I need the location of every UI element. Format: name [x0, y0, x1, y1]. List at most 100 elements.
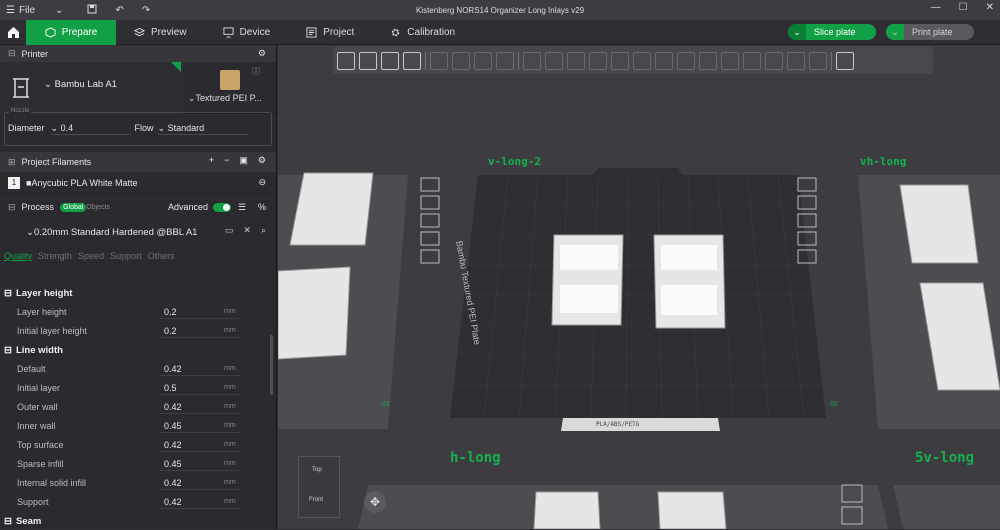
remove-filament-icon[interactable]: −: [224, 155, 229, 166]
param-value[interactable]: 0.45: [164, 459, 182, 469]
copy-icon[interactable]: [496, 51, 514, 70]
param-value[interactable]: 0.2: [164, 326, 177, 336]
flow-label: Flow: [134, 123, 154, 133]
plate-label[interactable]: v-long-2: [488, 155, 541, 168]
maximize-icon[interactable]: ☐: [959, 2, 968, 13]
tab-strength[interactable]: Strength: [38, 251, 72, 265]
arrange-icon[interactable]: [403, 51, 421, 70]
tab-prepare[interactable]: Prepare: [26, 19, 116, 45]
info-icon[interactable]: ⓘ: [252, 66, 260, 77]
measure-icon[interactable]: [721, 51, 739, 70]
plate-label[interactable]: 5v-long: [915, 450, 974, 466]
seam-paint-icon[interactable]: [677, 51, 695, 70]
search-icon[interactable]: ⌕: [261, 225, 266, 236]
plate-number: 02: [830, 401, 838, 408]
process-preset-select[interactable]: ⌄ 0.20mm Standard Hardened @BBL A1 ▭ ✕ ⌕: [0, 221, 276, 243]
split-objects-icon[interactable]: [430, 51, 448, 70]
chevron-down-icon[interactable]: ⌄: [886, 24, 904, 40]
fuzzy-skin-icon[interactable]: [787, 51, 805, 70]
undo-icon[interactable]: ↶: [115, 5, 123, 16]
camera-orbit-icon[interactable]: ✥: [364, 491, 386, 513]
tab-device[interactable]: Device: [205, 20, 289, 45]
save-icon[interactable]: [87, 4, 97, 17]
save-preset-icon[interactable]: ▭: [225, 225, 234, 236]
param-unit: mm: [224, 308, 236, 315]
param-label: Default: [17, 363, 46, 374]
support-paint-icon[interactable]: [655, 51, 673, 70]
settings-sidebar: ⊟ Printer ⚙ ⌄ Bambu Lab A1 ⓘ ⌄Textured P…: [0, 45, 277, 529]
param-value[interactable]: 0.42: [164, 478, 182, 488]
cut-icon[interactable]: [611, 51, 629, 70]
tab-others[interactable]: Others: [148, 251, 175, 265]
plate-type-select[interactable]: ⌄Textured PEI P...: [188, 93, 262, 104]
diameter-select[interactable]: ⌄ 0.4: [50, 123, 131, 135]
split-parts-icon[interactable]: [452, 51, 470, 70]
rotate-icon[interactable]: [545, 51, 563, 70]
slice-plate-button[interactable]: ⌄ Slice plate: [788, 24, 876, 40]
add-filament-icon[interactable]: +: [209, 155, 214, 166]
add-plate-icon[interactable]: [359, 51, 377, 70]
gear-icon[interactable]: ⚙: [258, 155, 266, 166]
move-icon[interactable]: [523, 51, 541, 70]
param-value[interactable]: 0.2: [164, 307, 177, 317]
plate-thumbnail[interactable]: [220, 70, 240, 90]
filaments-section-label: Project Filaments: [21, 157, 92, 167]
device-icon: [223, 26, 234, 38]
plate-label[interactable]: vh-long: [860, 155, 906, 168]
flow-select[interactable]: ⌄ Standard: [157, 123, 248, 135]
advanced-toggle[interactable]: [213, 203, 231, 212]
filament-item[interactable]: 1 ■Anycubic PLA White Matte ⊖: [0, 172, 276, 194]
list-icon[interactable]: ☰: [238, 202, 246, 213]
tab-calibration[interactable]: Calibration: [372, 20, 473, 45]
gear-icon[interactable]: ⚙: [258, 48, 266, 59]
view-cube-front[interactable]: Front: [309, 497, 323, 503]
text-icon[interactable]: [699, 51, 717, 70]
param-value[interactable]: 0.42: [164, 440, 182, 450]
tab-quality[interactable]: Quality: [4, 251, 32, 265]
param-value[interactable]: 0.42: [164, 364, 182, 374]
tab-project[interactable]: Project: [288, 20, 372, 45]
redo-icon[interactable]: ↷: [142, 5, 150, 16]
hamburger-menu-icon[interactable]: ☰: [6, 5, 15, 16]
plate-label[interactable]: h-long: [450, 450, 501, 466]
percent-icon[interactable]: %: [258, 202, 266, 212]
view-cube-top[interactable]: Top: [312, 467, 322, 473]
variable-layer-icon[interactable]: [474, 51, 492, 70]
minimize-icon[interactable]: —: [931, 2, 941, 13]
filament-edit-icon[interactable]: ⊖: [258, 177, 266, 188]
file-menu[interactable]: File: [19, 5, 35, 16]
tab-support[interactable]: Support: [110, 251, 142, 265]
close-icon[interactable]: ✕: [986, 2, 994, 13]
chevron-down-icon[interactable]: ⌄: [55, 5, 63, 16]
mesh-boolean-icon[interactable]: [633, 51, 651, 70]
param-row: Outer wall 0.42 mm: [0, 397, 270, 416]
explode-view-icon[interactable]: [836, 51, 854, 70]
param-value[interactable]: 0.5: [164, 383, 177, 393]
global-toggle[interactable]: Global: [60, 202, 87, 212]
assembly-icon[interactable]: [765, 51, 783, 70]
tab-preview[interactable]: Preview: [116, 20, 205, 45]
main-tab-bar: Prepare Preview Device Project Calibrati…: [0, 19, 1000, 45]
param-value[interactable]: 0.42: [164, 497, 182, 507]
close-icon[interactable]: ✕: [243, 225, 251, 236]
lay-on-face-icon[interactable]: [589, 51, 607, 70]
print-plate-button[interactable]: ⌄ Print plate: [886, 24, 974, 40]
title-bar: ☰ File ⌄ ↶ ↷ Kistenberg NORS14 Organizer…: [0, 0, 1000, 20]
sidebar-scrollbar[interactable]: [270, 335, 273, 395]
3d-viewport[interactable]: v-long-2 vh-long h-long 5v-long 01 02 Ba…: [278, 45, 1000, 529]
param-value[interactable]: 0.42: [164, 402, 182, 412]
param-label: Initial layer: [17, 382, 61, 393]
add-object-icon[interactable]: [337, 51, 355, 70]
color-paint-icon[interactable]: [743, 51, 761, 70]
tab-speed[interactable]: Speed: [78, 251, 104, 265]
objects-toggle[interactable]: Objects: [86, 204, 110, 211]
auto-orient-icon[interactable]: [381, 51, 399, 70]
chevron-down-icon[interactable]: ⌄: [788, 24, 806, 40]
scale-icon[interactable]: [567, 51, 585, 70]
brim-ears-icon[interactable]: [809, 51, 827, 70]
home-button[interactable]: [0, 20, 26, 45]
param-value[interactable]: 0.45: [164, 421, 182, 431]
filament-settings-icon[interactable]: ▣: [239, 155, 248, 166]
view-cube[interactable]: Top Front: [298, 456, 340, 518]
printer-name[interactable]: ⌄ Bambu Lab A1: [44, 79, 117, 90]
